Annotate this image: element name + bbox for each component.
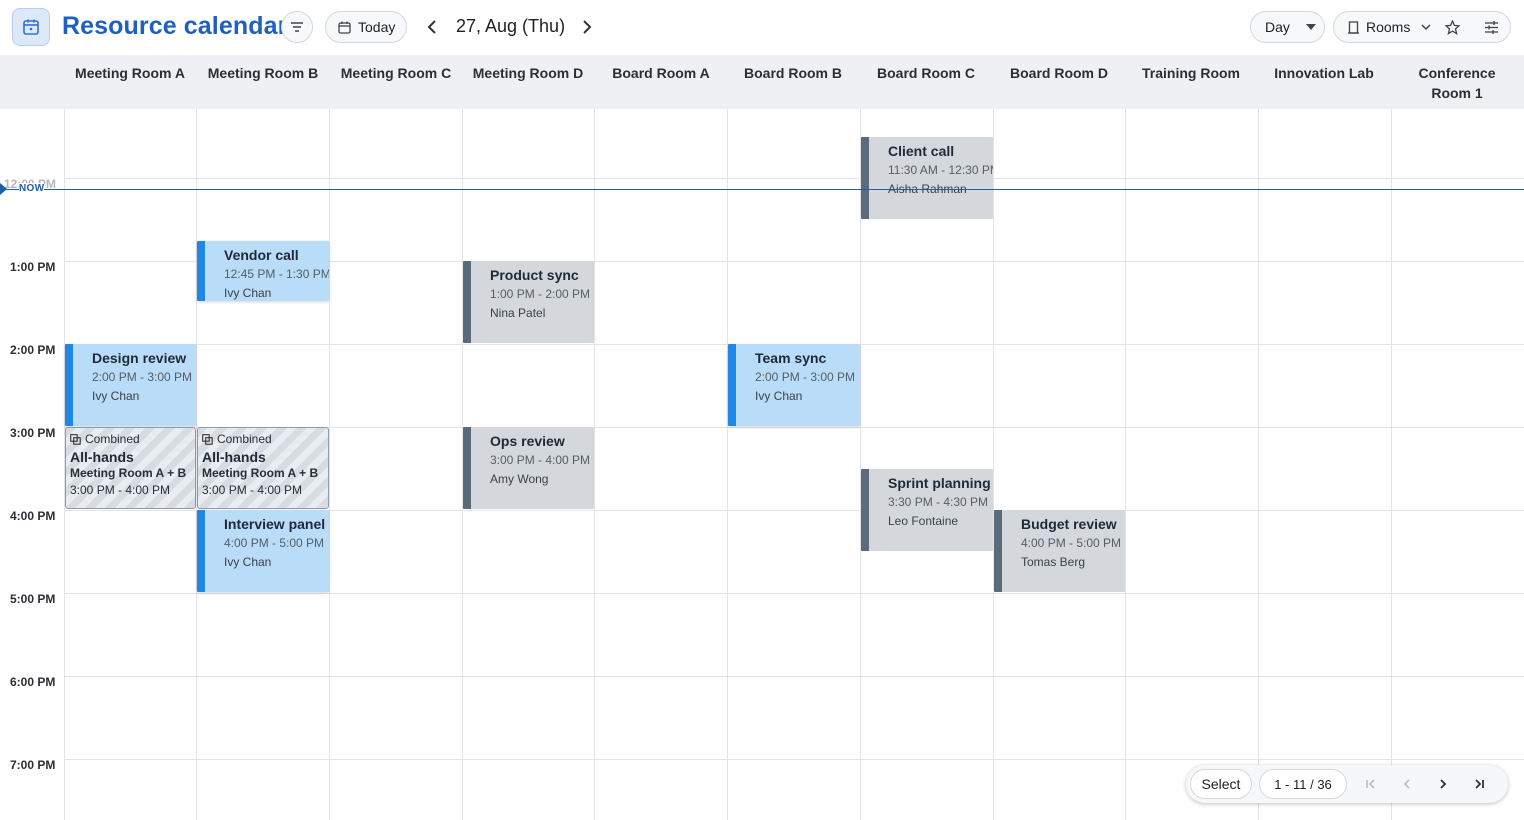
- view-label: Day: [1265, 19, 1290, 35]
- page-range: 1 - 11 / 36: [1259, 769, 1347, 799]
- time-label-5pm: 5:00 PM: [10, 592, 56, 606]
- calendar-grid[interactable]: 12:00 PM 1:00 PM 2:00 PM 3:00 PM 4:00 PM…: [0, 109, 1524, 820]
- event-design-review[interactable]: Design review 2:00 PM - 3:00 PM Ivy Chan: [65, 344, 196, 426]
- chevron-right-icon: [583, 20, 592, 34]
- pagination-bar: Select 1 - 11 / 36: [1186, 765, 1508, 803]
- today-button[interactable]: Today: [325, 11, 407, 43]
- event-client-call[interactable]: Client call 11:30 AM - 12:30 PM Aisha Ra…: [861, 137, 993, 219]
- settings-sliders-icon[interactable]: [1484, 20, 1499, 34]
- time-label-3pm: 3:00 PM: [10, 426, 56, 440]
- chevron-left-icon: [427, 20, 436, 34]
- chevron-down-icon[interactable]: [1421, 23, 1431, 31]
- event-ops-review[interactable]: Ops review 3:00 PM - 4:00 PM Amy Wong: [463, 427, 594, 509]
- next-day-button[interactable]: [575, 14, 599, 40]
- room-header-meeting-room-b: Meeting Room B: [207, 65, 319, 81]
- event-interview-panel[interactable]: Interview panel 4:00 PM - 5:00 PM Ivy Ch…: [197, 510, 329, 592]
- group-label[interactable]: Rooms: [1366, 19, 1410, 35]
- room-header-meeting-room-c: Meeting Room C: [340, 65, 452, 81]
- next-page-button[interactable]: [1430, 771, 1456, 797]
- prev-day-button[interactable]: [420, 14, 444, 40]
- time-label-1pm: 1:00 PM: [10, 260, 56, 274]
- prev-page-button[interactable]: [1394, 771, 1420, 797]
- room-header-board-room-b: Board Room B: [744, 65, 842, 81]
- last-page-icon: [1475, 779, 1484, 789]
- first-page-button[interactable]: [1358, 771, 1384, 797]
- room-header-board-room-c: Board Room C: [877, 65, 975, 81]
- filter-button[interactable]: [281, 11, 313, 43]
- event-vendor-call[interactable]: Vendor call 12:45 PM - 1:30 PM Ivy Chan: [197, 241, 329, 301]
- copy-icon: [202, 433, 213, 445]
- room-header-meeting-room-d: Meeting Room D: [472, 65, 584, 81]
- chevron-left-icon: [1403, 779, 1410, 789]
- now-indicator-arrow: [0, 183, 7, 195]
- room-header-conference-room-1: Conference Room 1: [1418, 65, 1496, 101]
- time-label-4pm: 4:00 PM: [10, 509, 56, 523]
- event-all-hands-room-a[interactable]: Combined All-hands Meeting Room A + B 3:…: [65, 427, 196, 509]
- filter-icon: [291, 22, 303, 32]
- view-select[interactable]: Day: [1250, 11, 1325, 43]
- time-label-6pm: 6:00 PM: [10, 675, 56, 689]
- current-date: 27, Aug (Thu): [456, 16, 566, 36]
- caret-down-icon: [1305, 24, 1316, 30]
- calendar-icon: [338, 21, 351, 34]
- event-budget-review[interactable]: Budget review 4:00 PM - 5:00 PM Tomas Be…: [994, 510, 1125, 592]
- now-label: NOW: [19, 183, 45, 194]
- room-header-innovation-lab: Innovation Lab: [1274, 65, 1374, 81]
- time-label-7pm: 7:00 PM: [10, 758, 56, 772]
- first-page-icon: [1366, 779, 1375, 789]
- chevron-right-icon: [1440, 779, 1447, 789]
- event-team-sync[interactable]: Team sync 2:00 PM - 3:00 PM Ivy Chan: [728, 344, 860, 426]
- now-indicator-line: [0, 189, 1524, 190]
- time-label-2pm: 2:00 PM: [10, 343, 56, 357]
- door-icon: [1348, 20, 1359, 34]
- room-header-meeting-room-a: Meeting Room A: [75, 65, 185, 81]
- room-header-board-room-d: Board Room D: [1010, 65, 1108, 81]
- room-header-training-room: Training Room: [1142, 65, 1240, 81]
- toolbar: Resource calendar Today 27, Aug (Thu) Da…: [0, 0, 1524, 55]
- select-button[interactable]: Select: [1190, 769, 1252, 799]
- event-all-hands-room-b[interactable]: Combined All-hands Meeting Room A + B 3:…: [197, 427, 329, 509]
- today-label: Today: [358, 19, 396, 35]
- group-toolbar: Rooms: [1333, 11, 1511, 43]
- event-sprint-planning[interactable]: Sprint planning 3:30 PM - 4:30 PM Leo Fo…: [861, 469, 993, 551]
- last-page-button[interactable]: [1466, 771, 1492, 797]
- star-icon[interactable]: [1445, 19, 1461, 35]
- event-product-sync[interactable]: Product sync 1:00 PM - 2:00 PM Nina Pate…: [463, 261, 594, 343]
- room-header: Meeting Room A Meeting Room B Meeting Ro…: [0, 55, 1524, 109]
- copy-icon: [70, 433, 81, 445]
- calendar-app-icon[interactable]: [12, 8, 50, 46]
- room-header-board-room-a: Board Room A: [612, 65, 710, 81]
- page-title: Resource calendar: [62, 12, 288, 40]
